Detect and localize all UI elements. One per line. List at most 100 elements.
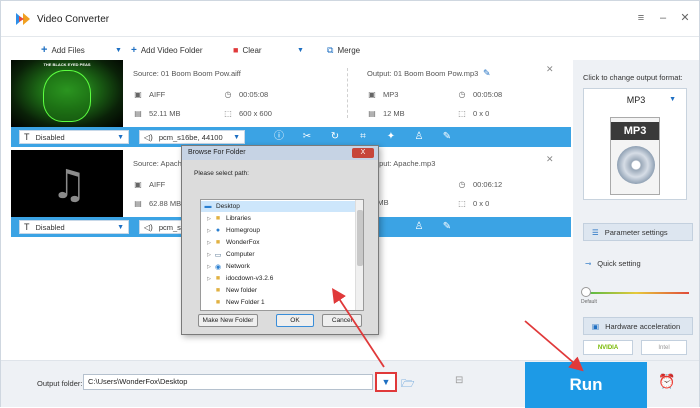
expand-icon[interactable]: ▷ bbox=[205, 216, 213, 222]
output-folder-input[interactable]: C:\Users\WonderFox\Desktop bbox=[83, 374, 373, 390]
size-icon: ▤ bbox=[368, 108, 376, 118]
rotate-icon[interactable]: ↻ bbox=[329, 130, 341, 144]
src-format: ▣ AIFF bbox=[134, 179, 166, 189]
hardware-acceleration-button[interactable]: ▣ Hardware acceleration bbox=[583, 317, 693, 335]
edit-icon[interactable]: ✎ bbox=[483, 68, 491, 79]
chevron-down-icon: ▼ bbox=[115, 46, 122, 54]
out-duration: ◷ 00:05:08 bbox=[458, 89, 503, 99]
dialog-title: Browse For Folder bbox=[182, 146, 378, 160]
menu-button[interactable]: ≡ bbox=[631, 9, 651, 27]
file-format-icon: ▣ bbox=[368, 89, 376, 99]
subtitle-select[interactable]: T Disabled ▼ bbox=[19, 130, 129, 144]
plus-icon: + bbox=[41, 44, 48, 56]
src-format: ▣ AIFF bbox=[134, 89, 166, 99]
cancel-button[interactable]: Cancel bbox=[322, 314, 362, 327]
toolbar: + Add Files ▼ + Add Video Folder ■ Clear… bbox=[1, 38, 573, 60]
music-note-icon: ♫ bbox=[51, 162, 87, 208]
remove-item-button[interactable]: ✕ bbox=[546, 154, 554, 165]
folder-tree[interactable]: ▬ Desktop ▷ ■ Libraries ▷ ● Homegroup ▷ … bbox=[200, 199, 364, 311]
tree-item-wonderfox[interactable]: ▷ ■ WonderFox bbox=[201, 237, 357, 248]
quality-slider-knob[interactable] bbox=[581, 287, 591, 297]
alarm-clock-icon[interactable]: ⏰ bbox=[657, 373, 677, 393]
album-art bbox=[43, 70, 91, 122]
tree-item-network[interactable]: ▷ ◉ Network bbox=[201, 261, 357, 272]
source-name: Source: 01 Boom Boom Pow.aiff bbox=[133, 69, 241, 78]
tree-item-homegroup[interactable]: ▷ ● Homegroup bbox=[201, 225, 357, 236]
speaker-icon: ◁) bbox=[144, 132, 153, 142]
folder-icon: ■ bbox=[215, 287, 221, 294]
clock-icon: ◷ bbox=[224, 89, 232, 99]
tree-scrollbar[interactable] bbox=[355, 200, 363, 310]
folder-icon: ■ bbox=[215, 215, 221, 222]
tree-item-new-folder-1[interactable]: ■ New Folder 1 bbox=[201, 297, 357, 308]
app-window: Video Converter ≡ – ✕ + Add Files ▼ + Ad… bbox=[0, 0, 700, 408]
info-icon[interactable]: ⓘ bbox=[273, 130, 285, 144]
tree-item-new-folder[interactable]: ■ New folder bbox=[201, 285, 357, 296]
folder-icon: ■ bbox=[215, 299, 221, 306]
tree-item-idocdown[interactable]: ▷ ■ idocdown-v3.2.6 bbox=[201, 273, 357, 284]
cut-icon[interactable]: ✂ bbox=[301, 130, 313, 144]
tree-item-libraries[interactable]: ▷ ■ Libraries bbox=[201, 213, 357, 224]
parameter-settings-button[interactable]: ☰ Parameter settings bbox=[583, 223, 693, 241]
computer-icon: ▭ bbox=[214, 251, 222, 259]
chip-icon: ▣ bbox=[592, 321, 600, 331]
edit-pen-icon[interactable]: ✎ bbox=[441, 220, 453, 234]
chevron-down-icon: ▼ bbox=[297, 46, 304, 54]
minimize-button[interactable]: – bbox=[653, 9, 673, 27]
quality-slider-track[interactable] bbox=[583, 292, 689, 294]
subtitle-select[interactable]: T Disabled ▼ bbox=[19, 220, 129, 234]
nvidia-toggle[interactable]: NVIDIA bbox=[583, 340, 633, 355]
expand-icon[interactable]: ▷ bbox=[205, 264, 213, 270]
out-format: ▣ MP3 bbox=[368, 89, 399, 99]
tree-item-computer[interactable]: ▷ ▭ Computer bbox=[201, 249, 357, 260]
dialog-close-button[interactable]: X bbox=[352, 148, 374, 158]
file-item[interactable]: THE BLACK EYED PEAS Source: 01 Boom Boom… bbox=[11, 60, 571, 150]
merge-output-icon[interactable]: ⊟ bbox=[455, 375, 469, 389]
src-duration: ◷ 00:05:08 bbox=[224, 89, 269, 99]
speaker-icon: ◁) bbox=[144, 222, 153, 232]
open-folder-icon[interactable]: 🗁 bbox=[401, 375, 417, 390]
output-folder-dropdown[interactable]: ▼ bbox=[375, 372, 397, 392]
expand-icon[interactable]: ▷ bbox=[205, 240, 213, 246]
output-format-selector[interactable]: MP3 ▼ MP3 bbox=[583, 88, 687, 200]
quick-setting: ⊸ Quick setting bbox=[585, 259, 641, 268]
expand-icon[interactable]: ▷ bbox=[205, 228, 213, 234]
subtitle-icon: T bbox=[24, 222, 30, 232]
add-files-button[interactable]: + Add Files bbox=[41, 43, 85, 57]
tree-item-desktop[interactable]: ▬ Desktop bbox=[201, 201, 357, 212]
clear-button[interactable]: ■ Clear bbox=[233, 43, 262, 57]
file-format-icon: ▣ bbox=[134, 89, 142, 99]
toolbar-dropdown[interactable]: ▼ bbox=[297, 43, 304, 57]
expand-icon[interactable]: ▷ bbox=[205, 276, 213, 282]
make-new-folder-button[interactable]: Make New Folder bbox=[198, 314, 258, 327]
scrollbar-thumb[interactable] bbox=[357, 210, 363, 266]
merge-button[interactable]: ⧉ Merge bbox=[327, 43, 360, 57]
edit-pen-icon[interactable]: ✎ bbox=[441, 130, 453, 144]
audio-track-select[interactable]: ◁) pcm_s16be, 44100 ▼ bbox=[139, 130, 245, 144]
effect-icon[interactable]: ✦ bbox=[385, 130, 397, 144]
clock-icon: ◷ bbox=[458, 89, 466, 99]
dialog-prompt: Please select path: bbox=[194, 170, 249, 177]
chevron-down-icon: ▼ bbox=[117, 134, 124, 141]
watermark-icon[interactable]: ♙ bbox=[413, 220, 425, 234]
add-files-dropdown[interactable]: ▼ bbox=[115, 43, 122, 57]
resolution-icon: ⬚ bbox=[224, 108, 232, 118]
add-video-folder-button[interactable]: + Add Video Folder bbox=[131, 43, 203, 57]
expand-icon[interactable]: ▷ bbox=[205, 252, 213, 258]
desktop-icon: ▬ bbox=[204, 203, 212, 210]
close-window-button[interactable]: ✕ bbox=[675, 9, 695, 27]
watermark-icon[interactable]: ♙ bbox=[413, 130, 425, 144]
title-bar: Video Converter ≡ – ✕ bbox=[1, 1, 699, 37]
app-title: Video Converter bbox=[37, 14, 110, 25]
run-button[interactable]: Run bbox=[525, 362, 647, 408]
remove-item-button[interactable]: ✕ bbox=[546, 64, 554, 75]
mp3-file-icon: MP3 bbox=[610, 117, 660, 195]
bottom-bar: Output folder: C:\Users\WonderFox\Deskto… bbox=[1, 360, 699, 408]
subtitle-icon: T bbox=[24, 132, 30, 142]
crop-icon[interactable]: ⌗ bbox=[357, 130, 369, 144]
ok-button[interactable]: OK bbox=[276, 314, 314, 327]
src-resolution: ⬚ 600 x 600 bbox=[224, 108, 272, 118]
output-folder-label: Output folder: bbox=[37, 379, 83, 388]
intel-toggle[interactable]: Intel bbox=[641, 340, 687, 355]
output-format-label: Click to change output format: bbox=[583, 73, 683, 82]
